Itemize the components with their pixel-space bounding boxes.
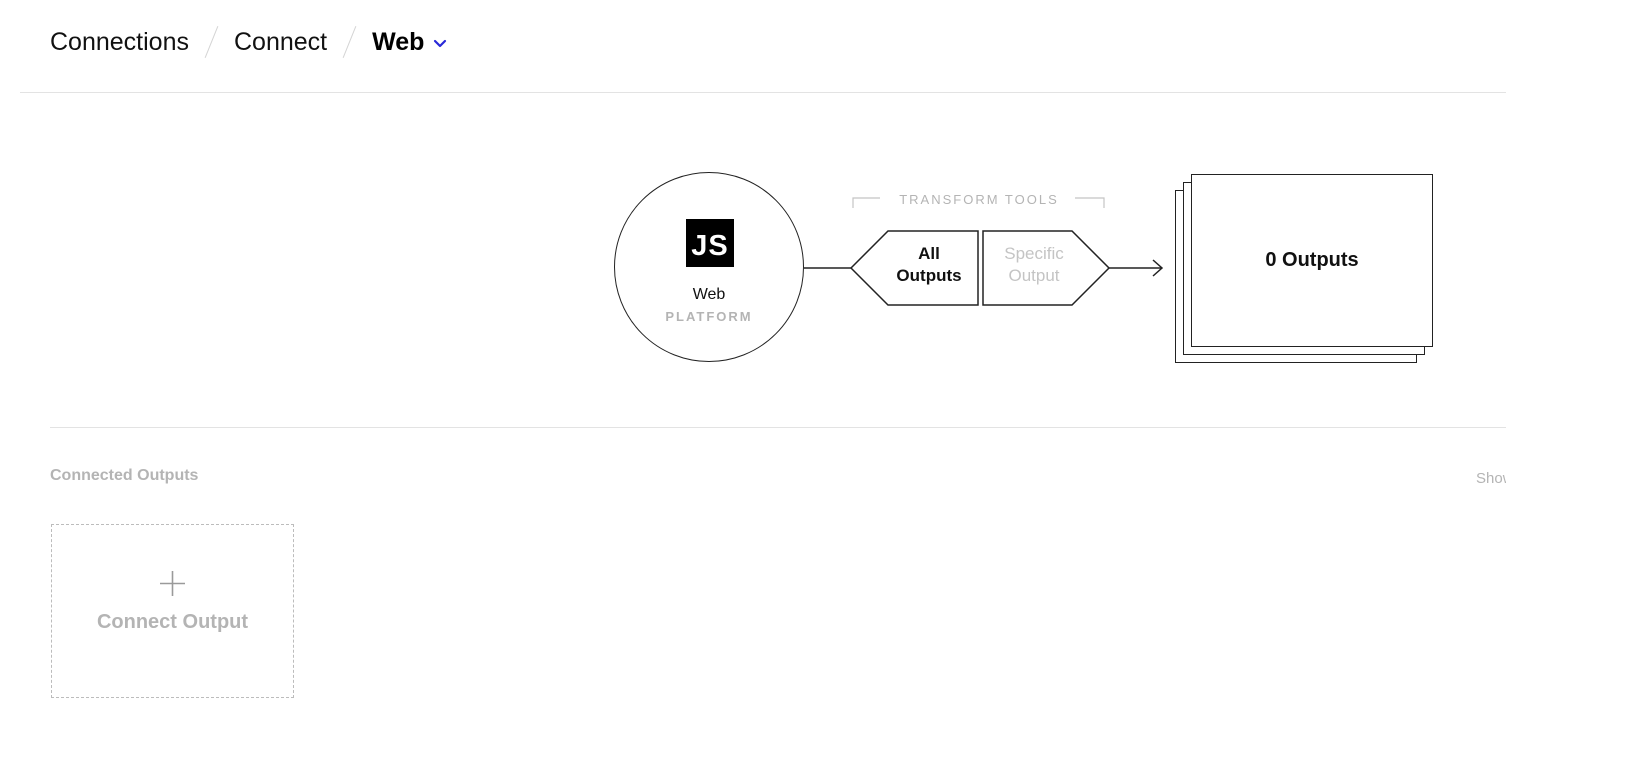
show-link[interactable]: Show: [1476, 470, 1506, 487]
all-outputs-button[interactable]: All Outputs: [883, 243, 975, 287]
all-outputs-line2: Outputs: [896, 266, 962, 285]
source-node-web[interactable]: JS Web PLATFORM: [614, 172, 804, 362]
plus-icon: [160, 571, 185, 596]
source-name: Web: [692, 286, 726, 303]
connection-diagram: JS Web PLATFORM TRANSFORM TOOLS All Outp…: [0, 0, 1630, 430]
javascript-logo-icon: JS: [686, 219, 734, 267]
specific-output-line1: Specific: [1004, 244, 1064, 263]
transform-tools-label: TRANSFORM TOOLS: [899, 192, 1059, 207]
source-type: PLATFORM: [665, 309, 753, 324]
section-divider: [50, 427, 1506, 428]
connected-outputs-title: Connected Outputs: [50, 467, 199, 484]
outputs-stack: 0 Outputs: [1175, 173, 1435, 363]
outputs-count-card[interactable]: 0 Outputs: [1191, 174, 1433, 347]
connect-output-button[interactable]: Connect Output: [51, 524, 294, 698]
connect-output-label: Connect Output: [96, 611, 249, 633]
specific-output-line2: Output: [1008, 266, 1060, 285]
specific-output-button[interactable]: Specific Output: [988, 243, 1080, 287]
page: Connections Connect Web JS Web PLATFORM …: [0, 0, 1630, 760]
all-outputs-line1: All: [918, 244, 940, 263]
